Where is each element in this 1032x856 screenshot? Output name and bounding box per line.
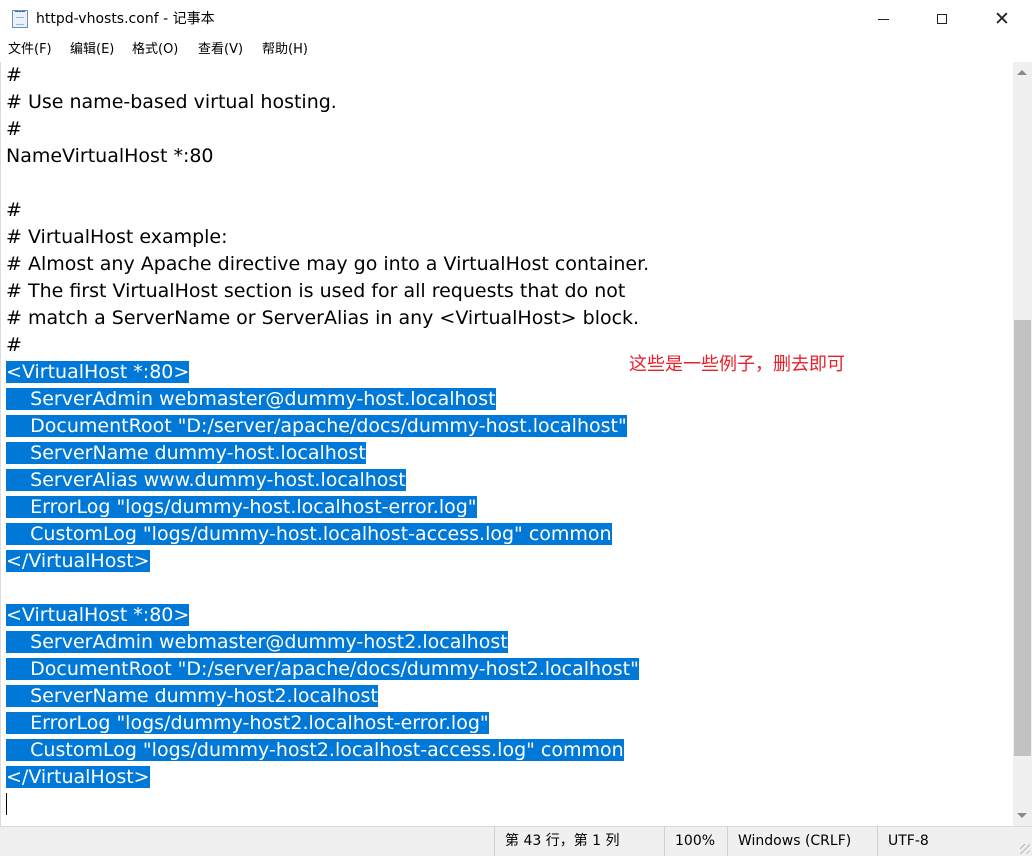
line-text: # [6, 118, 22, 140]
vertical-scrollbar[interactable] [1013, 62, 1032, 826]
menu-format[interactable]: 格式(O) [132, 41, 178, 59]
text-line[interactable]: CustomLog "logs/dummy-host2.localhost-ac… [6, 737, 624, 764]
window-title: httpd-vhosts.conf - 记事本 [36, 11, 215, 27]
line-text: ErrorLog "logs/dummy-host2.localhost-err… [6, 712, 489, 734]
line-text: ServerName dummy-host2.localhost [6, 685, 378, 707]
line-text: </VirtualHost> [6, 550, 150, 572]
line-text: ErrorLog "logs/dummy-host.localhost-erro… [6, 496, 477, 518]
line-text: CustomLog "logs/dummy-host2.localhost-ac… [6, 739, 624, 761]
scroll-up-icon[interactable] [1017, 70, 1027, 75]
scrollbar-thumb[interactable] [1014, 320, 1031, 756]
line-text: NameVirtualHost *:80 [6, 145, 214, 167]
status-bar: 第 43 行，第 1 列 100% Windows (CRLF) UTF-8 [0, 826, 1032, 856]
cursor-position: 第 43 行，第 1 列 [494, 827, 664, 856]
text-line[interactable]: DocumentRoot "D:/server/apache/docs/dumm… [6, 413, 627, 440]
text-line[interactable]: </VirtualHost> [6, 548, 150, 575]
zoom-level: 100% [664, 827, 727, 856]
line-text: # The first VirtualHost section is used … [6, 280, 626, 302]
line-text: CustomLog "logs/dummy-host.localhost-acc… [6, 523, 612, 545]
text-line[interactable]: ServerAdmin webmaster@dummy-host.localho… [6, 386, 496, 413]
line-text: # [6, 199, 22, 221]
text-line[interactable]: # Almost any Apache directive may go int… [6, 251, 649, 278]
close-button[interactable]: ✕ [972, 0, 1032, 38]
menu-view[interactable]: 查看(V) [198, 41, 243, 59]
line-ending: Windows (CRLF) [727, 827, 877, 856]
line-text: # VirtualHost example: [6, 226, 228, 248]
text-line[interactable]: ServerName dummy-host2.localhost [6, 683, 378, 710]
line-text: # Use name-based virtual hosting. [6, 91, 337, 113]
text-line[interactable]: </VirtualHost> [6, 764, 150, 791]
menu-bar: 文件(F) 编辑(E) 格式(O) 查看(V) 帮助(H) [0, 38, 1032, 62]
text-line[interactable]: # [6, 62, 22, 89]
encoding: UTF-8 [877, 827, 1014, 856]
text-line[interactable]: <VirtualHost *:80> [6, 602, 190, 629]
text-line[interactable]: ErrorLog "logs/dummy-host2.localhost-err… [6, 710, 489, 737]
line-text: DocumentRoot "D:/server/apache/docs/dumm… [6, 415, 627, 437]
text-line[interactable]: # VirtualHost example: [6, 224, 228, 251]
text-line[interactable]: # The first VirtualHost section is used … [6, 278, 625, 305]
text-caret [6, 793, 7, 815]
title-bar: httpd-vhosts.conf - 记事本 ✕ [0, 0, 1032, 38]
text-line[interactable]: # [6, 197, 22, 224]
menu-file[interactable]: 文件(F) [8, 41, 52, 59]
text-line[interactable]: DocumentRoot "D:/server/apache/docs/dumm… [6, 656, 639, 683]
line-text: ServerName dummy-host.localhost [6, 442, 366, 464]
close-icon: ✕ [994, 7, 1010, 30]
line-text: <VirtualHost *:80> [6, 361, 190, 383]
text-line[interactable]: # match a ServerName or ServerAlias in a… [6, 305, 639, 332]
minimize-icon [877, 18, 889, 20]
resize-grip-icon[interactable] [1020, 844, 1030, 854]
line-text: # [6, 334, 22, 356]
menu-edit[interactable]: 编辑(E) [70, 41, 114, 59]
menu-help[interactable]: 帮助(H) [262, 41, 308, 59]
text-line[interactable]: ErrorLog "logs/dummy-host.localhost-erro… [6, 494, 477, 521]
notepad-icon [12, 10, 28, 28]
line-text: # [6, 64, 22, 86]
text-line[interactable]: # [6, 332, 22, 359]
line-text: </VirtualHost> [6, 766, 150, 788]
line-text: ServerAdmin webmaster@dummy-host2.localh… [6, 631, 508, 653]
annotation-note: 这些是一些例子，删去即可 [629, 354, 845, 375]
text-line[interactable]: # Use name-based virtual hosting. [6, 89, 337, 116]
text-line[interactable]: CustomLog "logs/dummy-host.localhost-acc… [6, 521, 612, 548]
text-line[interactable]: ServerAdmin webmaster@dummy-host2.localh… [6, 629, 508, 656]
line-text: DocumentRoot "D:/server/apache/docs/dumm… [6, 658, 639, 680]
line-text: ServerAlias www.dummy-host.localhost [6, 469, 406, 491]
maximize-button[interactable] [912, 0, 972, 38]
scroll-down-icon[interactable] [1017, 813, 1027, 818]
line-text: ServerAdmin webmaster@dummy-host.localho… [6, 388, 496, 410]
text-line[interactable]: ServerName dummy-host.localhost [6, 440, 366, 467]
line-text: # Almost any Apache directive may go int… [6, 253, 650, 275]
text-line[interactable]: NameVirtualHost *:80 [6, 143, 214, 170]
maximize-icon [937, 14, 947, 24]
minimize-button[interactable] [853, 0, 913, 38]
text-line[interactable]: # [6, 116, 22, 143]
line-text: # match a ServerName or ServerAlias in a… [6, 307, 640, 329]
line-text: <VirtualHost *:80> [6, 604, 190, 626]
text-line[interactable]: <VirtualHost *:80> [6, 359, 190, 386]
text-editor[interactable]: 这些是一些例子，删去即可 # # Use name-based virtual h… [0, 62, 1013, 826]
text-line[interactable]: ServerAlias www.dummy-host.localhost [6, 467, 406, 494]
